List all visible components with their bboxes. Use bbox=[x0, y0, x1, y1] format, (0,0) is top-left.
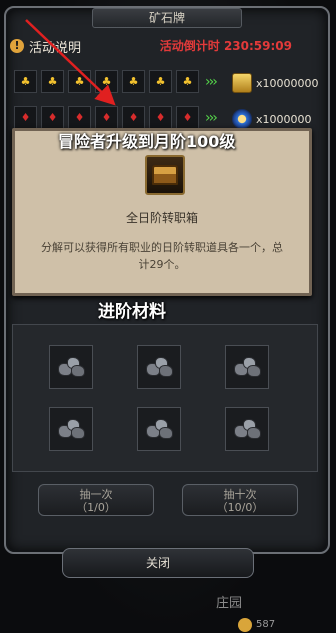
red-annotation-arrow bbox=[25, 19, 116, 106]
